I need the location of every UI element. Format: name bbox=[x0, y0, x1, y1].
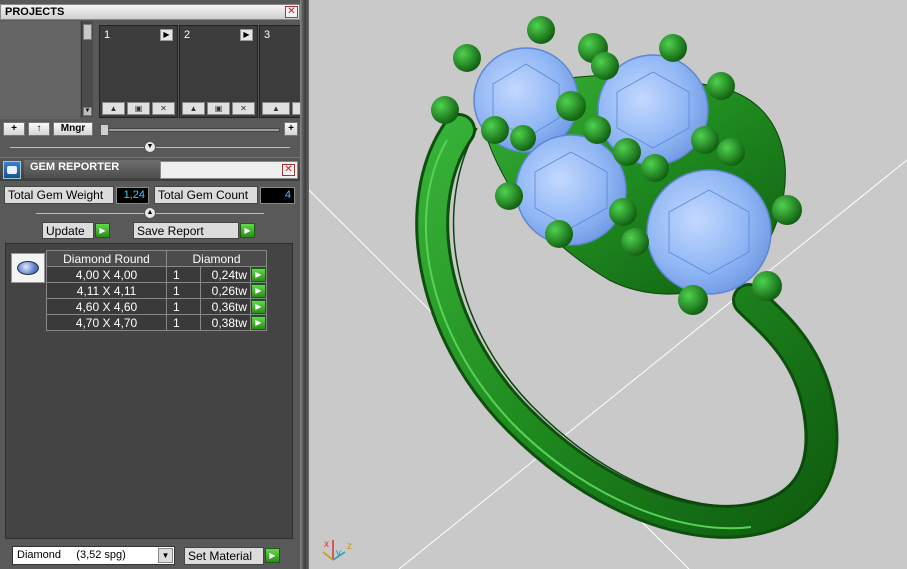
move-up-button[interactable]: ↑ bbox=[28, 122, 50, 136]
gem-size: 4,60 X 4,60 bbox=[46, 298, 167, 315]
chevron-down-icon[interactable]: ▼ bbox=[158, 548, 173, 563]
table-row[interactable]: 4,60 X 4,60 1 0,36tw ▶ bbox=[46, 298, 267, 315]
save-report-go-icon[interactable]: ▶ bbox=[240, 223, 255, 238]
gem-size: 4,00 X 4,00 bbox=[46, 266, 167, 283]
gem-reporter-icon bbox=[3, 161, 21, 179]
play-icon[interactable]: ▶ bbox=[160, 29, 173, 41]
table-row[interactable]: 4,11 X 4,11 1 0,26tw ▶ bbox=[46, 282, 267, 299]
gem-size: 4,70 X 4,70 bbox=[46, 314, 167, 331]
set-material-go-icon[interactable]: ▶ bbox=[265, 548, 280, 563]
save-report-label[interactable]: Save Report bbox=[133, 222, 239, 239]
col-shape-header: Diamond Round bbox=[46, 250, 167, 267]
load-icon[interactable]: ▲ bbox=[102, 102, 125, 115]
gem-weight: 0,36tw bbox=[200, 298, 251, 315]
project-slot-number: 2 bbox=[184, 29, 191, 41]
gem-report-panel: Diamond Round Diamond 4,00 X 4,00 1 0,24… bbox=[5, 243, 293, 539]
close-icon[interactable]: ✕ bbox=[282, 164, 295, 176]
project-slot-1[interactable]: 1 ▶ ▲ ▣ ✕ bbox=[99, 25, 178, 118]
collapse-icon[interactable]: ▲ bbox=[144, 207, 156, 219]
project-slot-tools: ▲ ▣ ✕ bbox=[102, 102, 175, 115]
projects-scrollbar[interactable]: ▼ bbox=[81, 21, 93, 117]
dock-splitter[interactable] bbox=[300, 0, 309, 569]
gem-qty: 1 bbox=[166, 266, 201, 283]
gem-weight: 0,26tw bbox=[200, 282, 251, 299]
axis-label-z: z bbox=[347, 541, 352, 552]
manager-button[interactable]: Mngr bbox=[53, 122, 93, 136]
material-select[interactable]: Diamond (3,52 spg) ▼ bbox=[12, 546, 175, 565]
gem-qty: 1 bbox=[166, 282, 201, 299]
total-count-value: 4 bbox=[260, 187, 295, 204]
project-slot-2[interactable]: 2 ▶ ▲ ▣ ✕ bbox=[179, 25, 258, 118]
projects-header: PROJECTS ✕ bbox=[0, 4, 300, 20]
gem-qty: 1 bbox=[166, 314, 201, 331]
total-weight-value: 1,24 bbox=[116, 187, 149, 204]
select-gem-icon[interactable]: ▶ bbox=[251, 299, 266, 314]
gem-qty: 1 bbox=[166, 298, 201, 315]
total-weight-label: Total Gem Weight bbox=[4, 186, 114, 204]
slider-knob[interactable] bbox=[100, 124, 109, 136]
close-icon[interactable]: ✕ bbox=[285, 6, 298, 18]
set-material-label[interactable]: Set Material bbox=[184, 547, 264, 565]
gem-stone[interactable] bbox=[646, 169, 772, 295]
viewport-scene: z y x bbox=[309, 16, 907, 569]
axis-gizmo: z y x bbox=[322, 539, 352, 561]
projects-title: PROJECTS bbox=[5, 6, 65, 18]
table-row[interactable]: 4,70 X 4,70 1 0,38tw ▶ bbox=[46, 314, 267, 331]
col-material-header: Diamond bbox=[166, 250, 267, 267]
delete-icon[interactable]: ✕ bbox=[152, 102, 175, 115]
zoom-in-button[interactable]: + bbox=[284, 122, 298, 136]
delete-icon[interactable]: ✕ bbox=[232, 102, 255, 115]
gem-thumbnail[interactable] bbox=[11, 253, 45, 283]
project-slot-number: 1 bbox=[104, 29, 111, 41]
load-icon[interactable]: ▲ bbox=[182, 102, 205, 115]
3d-viewport[interactable]: z y x bbox=[309, 0, 907, 569]
gem-reporter-title: GEM REPORTER bbox=[24, 160, 160, 178]
axis-label-y: y bbox=[336, 548, 341, 559]
select-gem-icon[interactable]: ▶ bbox=[251, 315, 266, 330]
gem-reporter-titlebar: ✕ bbox=[160, 161, 298, 179]
save-icon[interactable]: ▣ bbox=[207, 102, 230, 115]
gem-size: 4,11 X 4,11 bbox=[46, 282, 167, 299]
add-project-button[interactable]: + bbox=[3, 122, 25, 136]
scrollbar-thumb[interactable] bbox=[83, 24, 92, 40]
total-count-label: Total Gem Count bbox=[154, 186, 258, 204]
update-label[interactable]: Update bbox=[42, 222, 94, 239]
gem-table: Diamond Round Diamond 4,00 X 4,00 1 0,24… bbox=[46, 250, 267, 331]
project-slot-number: 3 bbox=[264, 29, 271, 41]
play-icon[interactable]: ▶ bbox=[240, 29, 253, 41]
axis-label-x: x bbox=[324, 539, 329, 550]
update-go-icon[interactable]: ▶ bbox=[95, 223, 110, 238]
slider-track bbox=[100, 128, 280, 132]
project-slot-3[interactable]: 3 ▲ ▣ bbox=[259, 25, 320, 118]
projects-gutter bbox=[0, 21, 80, 119]
diamond-icon bbox=[17, 261, 39, 275]
gem-weight: 0,38tw bbox=[200, 314, 251, 331]
scroll-down-icon[interactable]: ▼ bbox=[83, 107, 92, 116]
material-select-value: Diamond (3,52 spg) bbox=[17, 549, 126, 561]
select-gem-icon[interactable]: ▶ bbox=[251, 283, 266, 298]
select-gem-icon[interactable]: ▶ bbox=[251, 267, 266, 282]
load-icon[interactable]: ▲ bbox=[262, 102, 290, 115]
left-dock-panel: PROJECTS ✕ ▼ 1 ▶ ▲ ▣ ✕ 2 ▶ ▲ ▣ ✕ 3 ▲ ▣ +… bbox=[0, 0, 320, 569]
save-icon[interactable]: ▣ bbox=[127, 102, 150, 115]
gem-weight: 0,24tw bbox=[200, 266, 251, 283]
table-row[interactable]: 4,00 X 4,00 1 0,24tw ▶ bbox=[46, 266, 267, 283]
gem-reporter-header: GEM REPORTER ✕ bbox=[0, 157, 300, 181]
thumbnail-size-slider[interactable] bbox=[100, 124, 280, 136]
project-slot-tools: ▲ ▣ ✕ bbox=[182, 102, 255, 115]
collapse-icon[interactable]: ▼ bbox=[144, 141, 156, 153]
